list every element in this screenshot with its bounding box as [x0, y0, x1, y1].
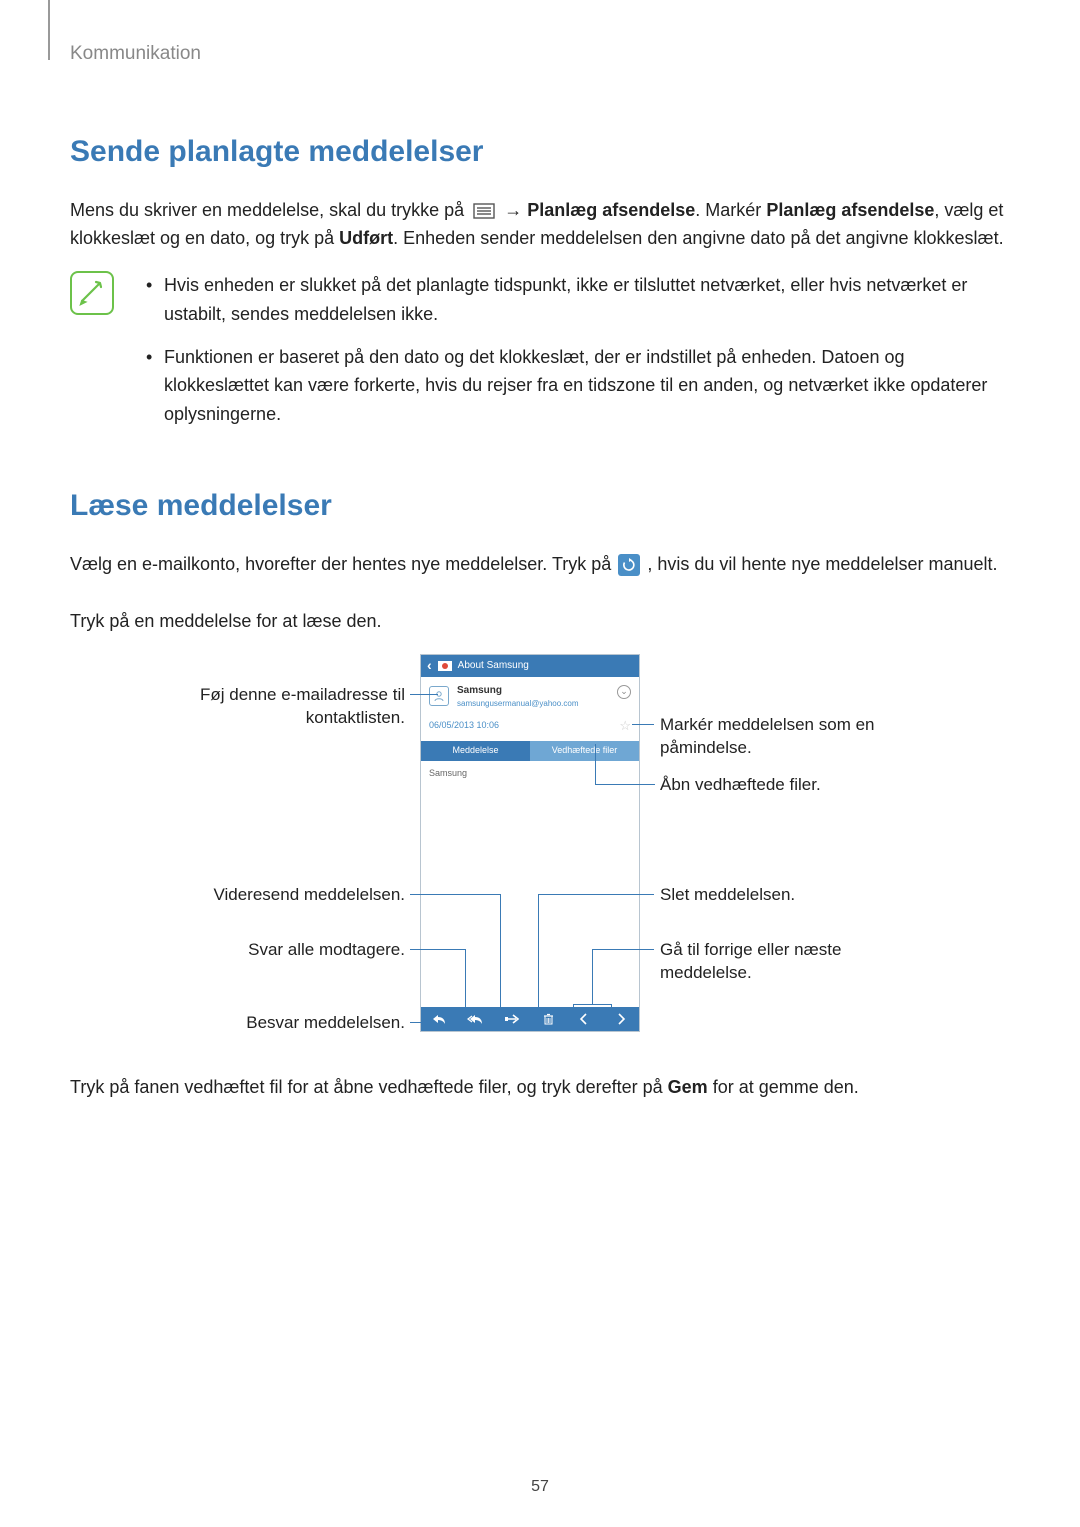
avatar-icon [429, 686, 449, 706]
note-box: Hvis enheden er slukket på det planlagte… [70, 271, 1010, 443]
next-icon [603, 1007, 639, 1031]
star-icon: ☆ [619, 716, 631, 736]
callout-add-contact: Føj denne e-mailadresse til kontaktliste… [155, 684, 405, 730]
reply-icon [421, 1007, 457, 1031]
back-icon: ‹ [427, 655, 432, 676]
callout-line [573, 1004, 611, 1005]
text: . Enheden sender meddelelsen den angivne… [393, 228, 1003, 248]
prev-icon [566, 1007, 602, 1031]
note-icon [70, 271, 114, 315]
text: . Markér [695, 200, 766, 220]
section2-paragraph1: Vælg en e-mailkonto, hvorefter der hente… [70, 550, 1010, 579]
sender-info: Samsung samsungusermanual@yahoo.com [457, 683, 579, 710]
reply-all-icon [457, 1007, 493, 1031]
page-content: Kommunikation Sende planlagte meddelelse… [0, 0, 1080, 1101]
text-bold: Gem [668, 1077, 708, 1097]
callout-line [538, 894, 539, 1019]
text: for at gemme den. [708, 1077, 859, 1097]
section2-paragraph2: Tryk på en meddelelse for at læse den. [70, 607, 1010, 636]
callout-line [595, 784, 655, 785]
callout-reply-all: Svar alle modtagere. [155, 939, 405, 962]
note-item: Funktionen er baseret på den dato og det… [142, 343, 1010, 429]
date-row: 06/05/2013 10:06 ☆ [421, 714, 639, 742]
section1-paragraph: Mens du skriver en meddelelse, skal du t… [70, 196, 1010, 254]
text: Tryk på fanen vedhæftet fil for at åbne … [70, 1077, 668, 1097]
callout-line [465, 949, 466, 1019]
trash-icon [530, 1007, 566, 1031]
breadcrumb: Kommunikation [70, 40, 1010, 69]
callout-forward: Videresend meddelelsen. [155, 884, 405, 907]
sender-address: samsungusermanual@yahoo.com [457, 698, 579, 710]
text: → [504, 200, 527, 220]
text: Vælg en e-mailkonto, hvorefter der hente… [70, 554, 616, 574]
callout-reply: Besvar meddelelsen. [155, 1012, 405, 1035]
callout-delete: Slet meddelelsen. [660, 884, 910, 907]
text: Mens du skriver en meddelelse, skal du t… [70, 200, 469, 220]
page-edge-mark [48, 0, 50, 60]
text-bold: Udført [339, 228, 393, 248]
note-item: Hvis enheden er slukket på det planlagte… [142, 271, 1010, 329]
callout-line [410, 894, 500, 895]
sender-row: Samsung samsungusermanual@yahoo.com ⌄ [421, 677, 639, 714]
callout-line [592, 949, 593, 1004]
email-reader-diagram: ‹ About Samsung Samsung samsungusermanua… [70, 654, 1010, 1049]
tab-attachments: Vedhæftede filer [530, 741, 639, 761]
callout-line [592, 949, 654, 950]
menu-icon [473, 203, 495, 219]
text: , hvis du vil hente nye meddelelser manu… [647, 554, 997, 574]
callout-line [538, 894, 654, 895]
page-number: 57 [0, 1475, 1080, 1499]
callout-prev-next: Gå til forrige eller næste meddelelse. [660, 939, 910, 985]
callout-line [410, 1022, 430, 1023]
callout-line [611, 1004, 612, 1019]
tab-message: Meddelelse [421, 741, 530, 761]
callout-open-attach: Åbn vedhæftede filer. [660, 774, 910, 797]
mail-icon [438, 661, 452, 671]
section-heading-laese: Læse meddelelser [70, 483, 1010, 528]
phone-tabs: Meddelelse Vedhæftede filer [421, 741, 639, 761]
callout-line [595, 744, 596, 784]
footer-paragraph: Tryk på fanen vedhæftet fil for at åbne … [70, 1073, 1010, 1102]
callout-line [573, 1004, 574, 1019]
refresh-icon [618, 554, 640, 576]
callout-line [410, 694, 438, 695]
phone-footer [421, 1007, 639, 1031]
datetime: 06/05/2013 10:06 [429, 719, 499, 733]
note-list: Hvis enheden er slukket på det planlagte… [142, 271, 1010, 443]
sender-name: Samsung [457, 683, 579, 698]
section-heading-planlagte: Sende planlagte meddelelser [70, 129, 1010, 174]
text-bold: Planlæg afsendelse [766, 200, 934, 220]
expand-icon: ⌄ [617, 685, 631, 699]
callout-line [410, 949, 465, 950]
callout-line [632, 724, 654, 725]
phone-header: ‹ About Samsung [421, 655, 639, 677]
callout-mark-reminder: Markér meddelelsen som en påmindelse. [660, 714, 910, 760]
phone-title: About Samsung [458, 658, 529, 673]
text-bold: Planlæg afsendelse [527, 200, 695, 220]
callout-line [500, 894, 501, 1019]
phone-screenshot: ‹ About Samsung Samsung samsungusermanua… [420, 654, 640, 1032]
